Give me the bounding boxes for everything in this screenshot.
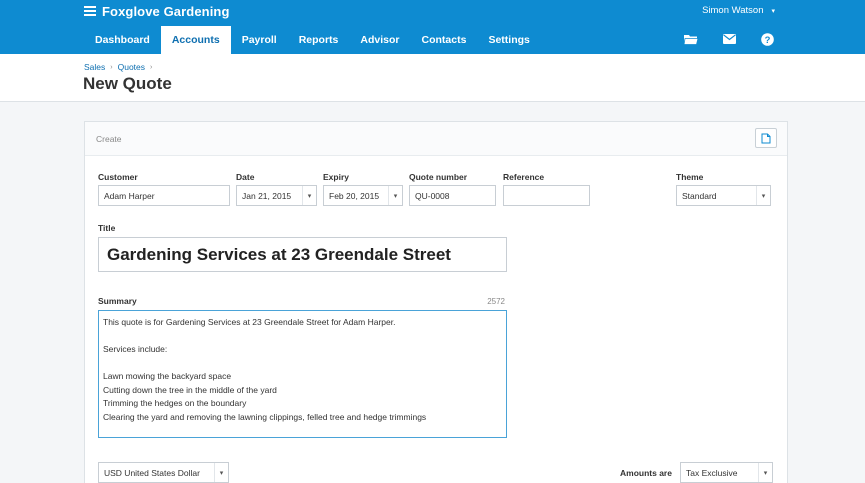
page-header: Sales › Quotes › New Quote (0, 54, 865, 102)
expiry-label: Expiry (323, 172, 349, 182)
org-switcher[interactable]: Foxglove Gardening (84, 2, 229, 20)
top-bar: Foxglove Gardening Simon Watson ▾ Dashbo… (0, 0, 865, 54)
chevron-down-icon[interactable]: ▾ (214, 463, 228, 482)
help-icon[interactable]: ? (759, 31, 775, 47)
date-field[interactable]: Jan 21, 2015 ▾ (236, 185, 317, 206)
summary-line: This quote is for Gardening Services at … (103, 317, 396, 327)
breadcrumb-separator: › (150, 63, 153, 71)
chevron-down-icon: ▾ (771, 7, 775, 15)
breadcrumb: Sales › Quotes › (84, 62, 152, 72)
expiry-value: Feb 20, 2015 (329, 190, 380, 201)
chevron-down-icon[interactable]: ▾ (756, 186, 770, 205)
quote-number-field[interactable]: QU-0008 (409, 185, 496, 206)
tab-settings[interactable]: Settings (477, 26, 540, 54)
chevron-down-icon[interactable]: ▾ (302, 186, 316, 205)
title-field[interactable]: Gardening Services at 23 Greendale Stree… (98, 237, 507, 272)
chevron-down-icon[interactable]: ▾ (758, 463, 772, 482)
summary-label: Summary (98, 296, 137, 306)
title-value: Gardening Services at 23 Greendale Stree… (107, 244, 451, 264)
tab-advisor[interactable]: Advisor (349, 26, 410, 54)
tab-dashboard[interactable]: Dashboard (84, 26, 161, 54)
user-name: Simon Watson (702, 5, 764, 16)
reference-field[interactable] (503, 185, 590, 206)
breadcrumb-sales[interactable]: Sales (84, 62, 105, 72)
reference-label: Reference (503, 172, 545, 182)
folder-icon[interactable] (683, 31, 699, 47)
mail-icon[interactable] (721, 31, 737, 47)
summary-line (103, 357, 502, 371)
title-label: Title (98, 223, 116, 233)
copy-button[interactable] (755, 128, 777, 148)
theme-select[interactable]: Standard ▾ (676, 185, 771, 206)
card-header: Create (85, 122, 787, 156)
tab-accounts[interactable]: Accounts (160, 26, 231, 54)
currency-value: USD United States Dollar (104, 467, 200, 478)
date-value: Jan 21, 2015 (242, 190, 292, 201)
theme-value: Standard (682, 190, 717, 201)
expiry-field[interactable]: Feb 20, 2015 ▾ (323, 185, 403, 206)
customer-field[interactable]: Adam Harper (98, 185, 230, 206)
summary-line: Lawn mowing the backyard space (103, 371, 232, 381)
date-label: Date (236, 172, 255, 182)
menu-icon (84, 6, 96, 16)
currency-select[interactable]: USD United States Dollar ▾ (98, 462, 229, 483)
tab-reports[interactable]: Reports (288, 26, 350, 54)
theme-label: Theme (676, 172, 704, 182)
nav-icons: ? (683, 31, 775, 47)
customer-label: Customer (98, 172, 138, 182)
summary-char-count: 2572 (487, 297, 505, 306)
main-nav: Dashboard Accounts Payroll Reports Advis… (84, 26, 541, 54)
quote-number-label: Quote number (409, 172, 468, 182)
summary-line: Services include: (103, 344, 168, 354)
breadcrumb-separator: › (110, 63, 113, 71)
summary-textarea[interactable]: This quote is for Gardening Services at … (98, 310, 507, 438)
summary-line (103, 330, 502, 344)
amounts-are-value: Tax Exclusive (686, 467, 738, 478)
org-name: Foxglove Gardening (102, 3, 230, 19)
page-title: New Quote (83, 74, 172, 93)
customer-value: Adam Harper (104, 190, 155, 201)
quote-number-value: QU-0008 (415, 190, 450, 201)
summary-line: Trimming the hedges on the boundary (103, 398, 247, 408)
summary-line: Cutting down the tree in the middle of t… (103, 384, 277, 395)
tab-payroll[interactable]: Payroll (231, 26, 288, 54)
section-label: Create (96, 134, 122, 144)
summary-line: Clearing the yard and removing the lawni… (103, 411, 427, 422)
document-icon (761, 133, 771, 144)
chevron-down-icon[interactable]: ▾ (388, 186, 402, 205)
amounts-are-label: Amounts are (620, 468, 672, 478)
tab-contacts[interactable]: Contacts (411, 26, 478, 54)
svg-text:?: ? (764, 35, 770, 46)
quote-form-card: Create Customer Date Expiry Quote number… (84, 121, 788, 483)
amounts-are-select[interactable]: Tax Exclusive ▾ (680, 462, 773, 483)
user-menu[interactable]: Simon Watson ▾ (702, 5, 775, 16)
breadcrumb-quotes[interactable]: Quotes (118, 62, 145, 72)
